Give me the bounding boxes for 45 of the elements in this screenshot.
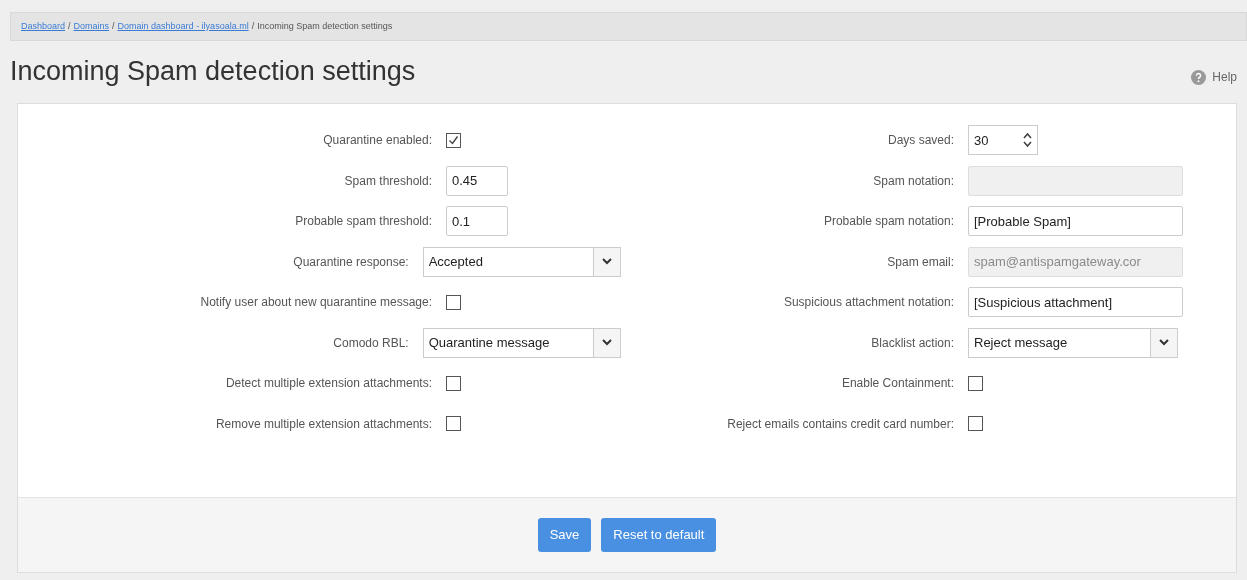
question-mark-icon [1191, 69, 1207, 85]
field-label: Suspicious attachment notation: [782, 294, 955, 312]
dropdown[interactable]: Quarantine message [422, 327, 621, 358]
field-label: Spam notation: [872, 172, 955, 190]
field-label: Notify user about new quarantine message: [199, 294, 433, 312]
page-title: Incoming Spam detection settings [10, 54, 416, 88]
field-label: Comodo RBL: [332, 334, 410, 352]
checkbox[interactable] [446, 416, 461, 432]
text-field[interactable]: [Suspicious attachment] [968, 287, 1183, 318]
field-label: Spam email: [886, 253, 955, 271]
checkbox[interactable] [446, 294, 461, 310]
text-field[interactable]: 0.1 [446, 206, 508, 237]
breadcrumb-current: Incoming Spam detection settings [257, 19, 393, 33]
field-label: Reject emails contains credit card number: [726, 415, 955, 433]
breadcrumb-separator: / [67, 19, 72, 33]
dropdown[interactable]: Reject message [968, 327, 1178, 358]
field-label: Spam threshold: [343, 172, 433, 190]
spinner-arrows-icon[interactable] [1023, 132, 1032, 149]
checkbox[interactable] [968, 416, 983, 432]
chevron-down-icon [602, 258, 612, 266]
text-field[interactable]: [Probable Spam] [968, 206, 1183, 237]
checkbox[interactable] [968, 375, 983, 391]
field-label: Probable spam threshold: [294, 213, 433, 231]
breadcrumb-link[interactable]: Dashboard [21, 19, 66, 34]
breadcrumb-separator: / [250, 19, 256, 33]
field-label: Quarantine response: [292, 253, 410, 271]
text-field[interactable]: 0.45 [446, 165, 508, 196]
field-label: Blacklist action: [870, 334, 955, 352]
check-icon [448, 134, 459, 146]
field-label: Days saved: [886, 132, 955, 150]
chevron-down-icon [602, 339, 612, 347]
field-label: Quarantine enabled: [322, 132, 433, 150]
checkbox[interactable] [446, 132, 461, 148]
dropdown[interactable]: Accepted [422, 246, 621, 277]
chevron-down-icon [1159, 339, 1169, 347]
breadcrumb-separator: / [111, 19, 116, 33]
field-label: Detect multiple extension attachments: [224, 375, 433, 393]
checkbox[interactable] [446, 375, 461, 391]
number-field[interactable]: 30 [968, 125, 1038, 156]
field-label: Probable spam notation: [822, 213, 955, 231]
field-label: Enable Containment: [840, 375, 955, 393]
field-label: Remove multiple extension attachments: [214, 415, 433, 433]
breadcrumb-link[interactable]: Domain dashboard - ilyasoala.ml [117, 19, 249, 34]
help-link[interactable]: Help [1191, 68, 1237, 86]
breadcrumb-link[interactable]: Domains [73, 19, 110, 34]
